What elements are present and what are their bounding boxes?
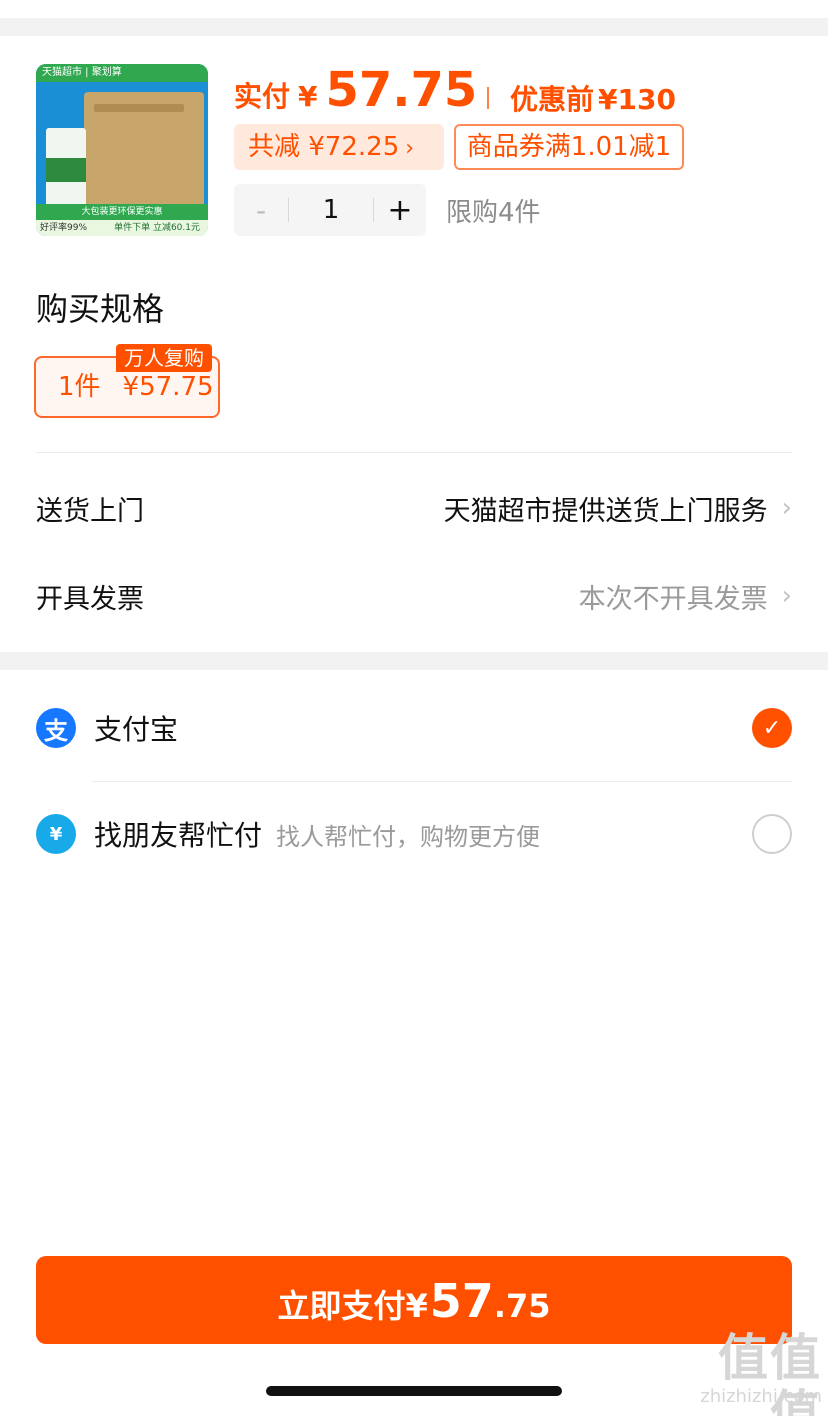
spec-option-qty: 1件 [58, 372, 101, 402]
product-image-store-label: 天猫超市 | 聚划算 [36, 64, 208, 82]
product-image-banner: 大包装更环保更实惠 [36, 204, 208, 220]
chevron-right-icon: › [781, 581, 792, 611]
friend-pay-icon: ¥ [36, 814, 76, 854]
invoice-row[interactable]: 开具发票 本次不开具发票 › [36, 566, 792, 626]
milk-carton-band [46, 158, 86, 182]
purchase-limit: 限购4件 [446, 198, 541, 228]
product-rating: 好评率99% [40, 223, 88, 233]
payment-friend-desc: 找人帮忙付，购物更方便 [276, 822, 541, 851]
top-spacer [0, 0, 828, 36]
total-discount-tag[interactable]: 共减 ¥72.25 › [234, 124, 444, 170]
coupon-tag[interactable]: 商品券满1.01减1 [454, 124, 684, 170]
spec-option-price: ¥57.75 [122, 372, 214, 402]
payment-friend-name: 找朋友帮忙付 [94, 819, 263, 852]
price-divider [487, 87, 489, 109]
actual-price-label: 实付 [234, 80, 291, 113]
divider [36, 452, 792, 453]
product-image[interactable]: 天猫超市 | 聚划算 大包装更环保更实惠 好评率99% 单件下单 立减60.1元 [36, 64, 208, 236]
divider [92, 781, 792, 782]
spec-section-title: 购买规格 [36, 290, 165, 328]
quantity-stepper: - 1 + [234, 184, 426, 236]
home-indicator[interactable] [266, 1386, 562, 1396]
section-separator [0, 652, 828, 670]
total-discount-label: 共减 ¥72.25 [248, 132, 400, 162]
radio-unchecked-icon[interactable] [752, 814, 792, 854]
actual-price-amount: 57.75 [325, 62, 478, 118]
radio-checked-icon[interactable]: ✓ [752, 708, 792, 748]
top-band [0, 18, 828, 36]
payment-option-alipay[interactable]: 支 支付宝 ✓ [36, 698, 792, 758]
invoice-label: 开具发票 [36, 583, 144, 615]
chevron-right-icon: › [405, 136, 415, 161]
product-box-stripe [94, 104, 184, 112]
original-price: 优惠前 ¥130 [506, 78, 676, 118]
delivery-row[interactable]: 送货上门 天猫超市提供送货上门服务 › [36, 478, 792, 538]
delivery-value: 天猫超市提供送货上门服务 [443, 495, 768, 527]
original-price-amount: ¥130 [598, 83, 676, 116]
actual-price: 实付 ¥ 57.75 [234, 62, 477, 122]
repurchase-badge: 万人复购 [116, 344, 212, 372]
watermark-url: zhizhizhi.com [700, 1386, 822, 1407]
currency-symbol: ¥ [298, 80, 318, 113]
increase-quantity-button[interactable]: + [374, 193, 426, 228]
quantity-value[interactable]: 1 [289, 195, 373, 225]
product-image-promo: 好评率99% 单件下单 立减60.1元 [36, 220, 208, 236]
original-price-label: 优惠前 [510, 83, 595, 116]
payment-alipay-name: 支付宝 [94, 713, 179, 746]
alipay-icon: 支 [36, 708, 76, 748]
invoice-value: 本次不开具发票 [578, 583, 768, 615]
decrease-quantity-button[interactable]: - [234, 194, 288, 227]
payment-option-friend-pay[interactable]: ¥ 找朋友帮忙付 找人帮忙付，购物更方便 [36, 804, 792, 864]
pay-now-label: 立即支付¥ [277, 1287, 428, 1325]
delivery-label: 送货上门 [36, 495, 144, 527]
pay-now-amount-dec: .75 [493, 1287, 551, 1325]
product-promo-text: 单件下单 立减60.1元 [114, 223, 200, 233]
pay-now-amount-int: 57 [429, 1274, 494, 1328]
chevron-right-icon: › [781, 493, 792, 523]
